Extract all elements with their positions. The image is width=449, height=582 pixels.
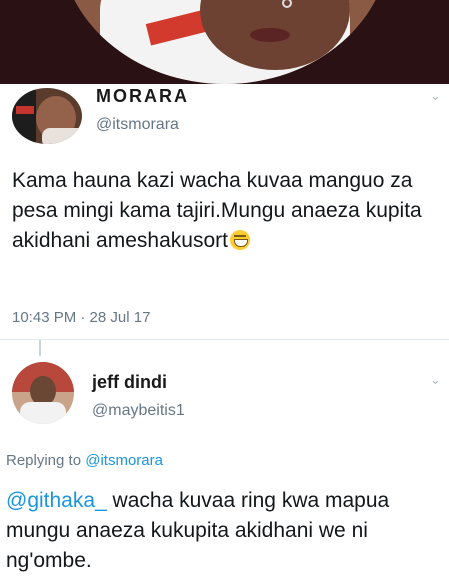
profile-photo-crop bbox=[60, 0, 390, 84]
reply-tweet[interactable]: jeff dindi @maybeitis1 ⌄ Replying to @it… bbox=[0, 356, 449, 582]
chevron-down-icon[interactable]: ⌄ bbox=[430, 372, 444, 387]
tweet-text-content: Kama hauna kazi wacha kuvaa manguo za pe… bbox=[12, 169, 422, 252]
original-tweet[interactable]: MORARA @itsmorara ⌄ Kama hauna kazi wach… bbox=[0, 84, 449, 340]
replying-to-link[interactable]: @itsmorara bbox=[85, 452, 163, 469]
user-handle[interactable]: @itsmorara bbox=[96, 116, 179, 134]
thread-connector bbox=[39, 340, 41, 356]
chevron-down-icon[interactable]: ⌄ bbox=[430, 88, 444, 103]
replying-to-label: Replying to bbox=[6, 452, 82, 469]
replying-to: Replying to @itsmorara bbox=[6, 452, 163, 469]
user-handle[interactable]: @maybeitis1 bbox=[92, 402, 185, 420]
tweet-timestamp[interactable]: 10:43 PM · 28 Jul 17 bbox=[12, 309, 150, 326]
tweet-text: @githaka_ wacha kuvaa ring kwa mapua mun… bbox=[6, 486, 446, 576]
grinning-face-emoji-icon bbox=[229, 230, 250, 250]
tweet-text: Kama hauna kazi wacha kuvaa manguo za pe… bbox=[12, 166, 437, 256]
avatar[interactable] bbox=[12, 88, 82, 144]
display-name[interactable]: MORARA bbox=[96, 86, 189, 107]
avatar[interactable] bbox=[12, 362, 74, 424]
display-name[interactable]: jeff dindi bbox=[92, 372, 167, 393]
mention-link[interactable]: @githaka_ bbox=[6, 489, 107, 512]
divider bbox=[0, 339, 449, 340]
header-photo bbox=[0, 0, 449, 84]
